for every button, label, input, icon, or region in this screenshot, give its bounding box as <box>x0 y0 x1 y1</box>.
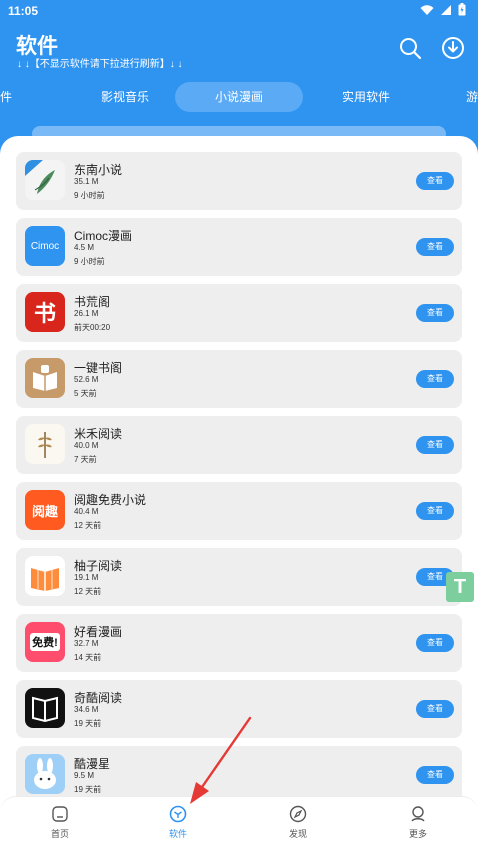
list-item[interactable]: 一键书阁 52.6 M 5 天前 查看 <box>16 350 462 408</box>
nav-home-label: 首页 <box>50 829 69 839</box>
shu-icon-text: 书 <box>33 301 56 326</box>
app-updated: 19 天前 <box>74 785 102 794</box>
search-icon[interactable] <box>398 36 422 60</box>
app-size: 52.6 M <box>74 375 99 384</box>
view-button[interactable]: 查看 <box>416 700 454 718</box>
list-item[interactable]: 书 书荒阁 26.1 M 前天00:20 查看 <box>16 284 462 342</box>
refresh-hint: ↓ ↓【不显示软件请下拉进行刷新】↓ ↓ <box>17 59 183 70</box>
tab-video-music[interactable]: 影视音乐 <box>75 82 175 112</box>
app-name: 东南小说 <box>74 163 123 177</box>
list-item[interactable]: Cimoc Cimoc漫画 4.5 M 9 小时前 查看 <box>16 218 462 276</box>
list-item[interactable]: 奇酷阅读 34.6 M 19 天前 查看 <box>16 680 462 738</box>
wifi-icon <box>420 4 434 15</box>
nav-more[interactable]: 更多 <box>388 805 448 840</box>
app-size: 40.0 M <box>74 441 99 450</box>
view-button[interactable]: 查看 <box>416 502 454 520</box>
app-updated: 12 天前 <box>74 521 102 530</box>
app-name: 米禾阅读 <box>74 427 123 441</box>
app-header: 11:05 软件 ↓ ↓【不显示软件请下拉进行刷新】↓ ↓ 件 影视音乐 小说漫… <box>0 0 478 150</box>
app-list-panel: 东南小说 35.1 M 9 小时前 查看 Cimoc Cimoc漫画 4.5 M… <box>0 136 478 850</box>
view-button[interactable]: 查看 <box>416 634 454 652</box>
user-icon <box>411 806 425 822</box>
shu-icon: 书 <box>25 292 65 332</box>
nav-discover-label: 发现 <box>288 829 307 839</box>
status-icons <box>420 3 466 16</box>
app-updated: 前天00:20 <box>74 323 111 332</box>
status-time: 11:05 <box>8 4 39 18</box>
app-updated: 12 天前 <box>74 587 102 596</box>
list-item[interactable]: 阅趣 阅趣免费小说 40.4 M 12 天前 查看 <box>16 482 462 540</box>
bottom-nav: 首页 软件 发现 更多 <box>0 796 478 850</box>
battery-icon <box>458 3 466 16</box>
home-icon <box>52 806 68 822</box>
app-size: 19.1 M <box>74 573 99 582</box>
app-updated: 5 天前 <box>74 389 97 398</box>
view-button[interactable]: 查看 <box>416 238 454 256</box>
tab-games-partial[interactable]: 游 <box>466 82 478 112</box>
wheat-icon <box>25 424 65 464</box>
app-name: 一键书阁 <box>74 361 123 375</box>
view-button[interactable]: 查看 <box>416 370 454 388</box>
cimoc-icon-text: Cimoc <box>30 240 60 252</box>
app-size: 26.1 M <box>74 309 99 318</box>
nav-more-label: 更多 <box>408 829 427 839</box>
view-button[interactable]: 查看 <box>416 172 454 190</box>
tab-utility-software[interactable]: 实用软件 <box>316 82 416 112</box>
app-name: Cimoc漫画 <box>74 229 133 243</box>
app-name: 阅趣免费小说 <box>74 493 147 507</box>
list-item[interactable]: 米禾阅读 40.0 M 7 天前 查看 <box>16 416 462 474</box>
software-icon <box>169 805 187 823</box>
orange-book-icon <box>25 556 65 596</box>
app-size: 32.7 M <box>74 639 99 648</box>
view-button[interactable]: 查看 <box>416 766 454 784</box>
app-updated: 7 天前 <box>74 455 97 464</box>
yueqi-icon: 阅趣 <box>25 490 65 530</box>
app-size: 35.1 M <box>74 177 99 186</box>
nav-discover[interactable]: 发现 <box>268 805 328 840</box>
view-button[interactable]: 查看 <box>416 304 454 322</box>
category-tabs: 件 影视音乐 小说漫画 实用软件 游 <box>0 82 478 112</box>
app-updated: 9 小时前 <box>74 191 105 200</box>
open-book-icon <box>25 358 65 398</box>
cimoc-icon: Cimoc <box>25 226 65 266</box>
nav-software[interactable]: 软件 <box>148 805 208 840</box>
app-name: 柚子阅读 <box>74 559 123 573</box>
yueqi-icon-text: 阅趣 <box>31 503 58 519</box>
nav-home[interactable]: 首页 <box>30 805 90 840</box>
app-name: 书荒阁 <box>74 295 111 309</box>
list-item[interactable]: 柚子阅读 19.1 M 12 天前 查看 <box>16 548 462 606</box>
free-comic-icon: 免费! <box>25 622 65 662</box>
app-updated: 14 天前 <box>74 653 102 662</box>
status-bar: 11:05 <box>0 0 478 22</box>
download-icon[interactable] <box>441 36 465 60</box>
app-size: 9.5 M <box>74 771 95 780</box>
app-name: 奇酷阅读 <box>74 691 123 705</box>
app-name: 酷漫星 <box>74 757 111 771</box>
app-list: 东南小说 35.1 M 9 小时前 查看 Cimoc Cimoc漫画 4.5 M… <box>16 152 462 812</box>
nav-software-label: 软件 <box>168 829 187 839</box>
app-name: 好看漫画 <box>74 625 123 639</box>
bunny-icon <box>25 754 65 794</box>
app-size: 4.5 M <box>74 243 95 252</box>
app-updated: 9 小时前 <box>74 257 105 266</box>
list-item[interactable]: 免费! 好看漫画 32.7 M 14 天前 查看 <box>16 614 462 672</box>
signal-icon <box>441 4 451 15</box>
list-item[interactable]: 东南小说 35.1 M 9 小时前 查看 <box>16 152 462 210</box>
view-button[interactable]: 查看 <box>416 436 454 454</box>
app-size: 34.6 M <box>74 705 99 714</box>
tab-software-partial[interactable]: 件 <box>0 82 14 112</box>
tab-novel-comic[interactable]: 小说漫画 <box>175 82 303 112</box>
free-comic-icon-text: 免费! <box>30 633 60 651</box>
compass-icon <box>289 805 307 823</box>
leaf-book-icon <box>25 160 65 200</box>
app-size: 40.4 M <box>74 507 99 516</box>
black-book-icon <box>25 688 65 728</box>
app-updated: 19 天前 <box>74 719 102 728</box>
floating-badge[interactable]: T <box>446 572 474 602</box>
